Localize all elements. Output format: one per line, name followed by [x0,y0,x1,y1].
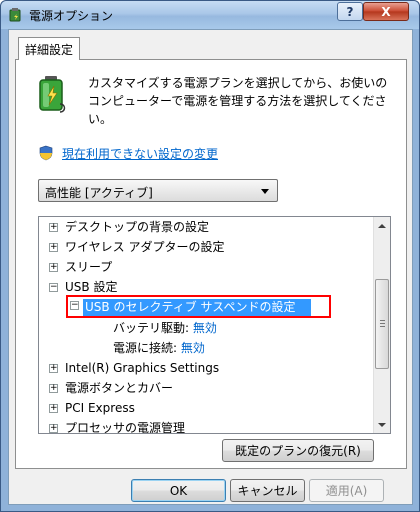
setting-value[interactable]: 無効 [181,341,205,355]
tree-item-plugged-in[interactable]: 電源に接続: 無効 [113,338,205,358]
tree-scrollbar[interactable] [373,217,390,433]
settings-tree[interactable]: + デスクトップの背景の設定 + ワイヤレス アダプターの設定 + スリープ −… [38,216,391,434]
battery-plug-icon [39,76,66,113]
chevron-down-icon [261,189,269,194]
setting-name: 電源に接続: [113,341,178,355]
collapse-icon[interactable]: − [70,301,79,310]
expand-icon[interactable]: + [49,364,58,373]
window-title: 電源オプション [29,9,114,23]
tree-item-label: プロセッサの電源管理 [65,421,186,434]
tree-item-label: 電源ボタンとカバー [65,381,174,395]
expand-icon[interactable]: + [49,263,58,272]
dialog-client-area: 詳細設定 カスタマイズする電源プランを選択してから、お使いのコンピューターで電源… [8,29,413,505]
expand-icon[interactable]: + [49,384,58,393]
restore-default-plan-button[interactable]: 既定のプランの復元(R) [222,439,374,462]
change-unavailable-settings-link[interactable]: 現在利用できない設定の変更 [62,145,218,162]
cancel-button[interactable]: キャンセル [230,479,305,502]
tree-item-label: Intel(R) Graphics Settings [65,361,220,375]
expand-icon[interactable]: + [49,243,58,252]
tree-item-label: デスクトップの背景の設定 [65,220,210,234]
grip-icon [380,320,385,327]
tree-item-label: ワイヤレス アダプターの設定 [65,240,225,254]
expand-icon[interactable]: + [49,424,58,433]
setting-value[interactable]: 無効 [193,321,217,335]
expand-icon[interactable]: + [49,223,58,232]
power-options-icon [9,8,21,22]
expand-icon[interactable]: + [49,404,58,413]
close-button[interactable]: X [363,2,409,21]
tree-item-label: USB 設定 [65,280,118,294]
arrow-down-icon [378,422,386,427]
scroll-down-button[interactable] [374,416,390,433]
help-button[interactable]: ? [337,2,363,21]
description-text: カスタマイズする電源プランを選択してから、お使いのコンピューターで電源を管理する… [88,76,388,126]
apply-button[interactable]: 適用(A) [309,479,384,502]
collapse-icon[interactable]: − [49,283,58,292]
tree-item-usb-selective-suspend[interactable]: − USB のセレクティブ サスペンドの設定 [66,295,331,318]
tree-item-label: PCI Express [65,401,135,415]
advanced-settings-panel: カスタマイズする電源プランを選択してから、お使いのコンピューターで電源を管理する… [15,59,407,469]
tab-advanced-settings[interactable]: 詳細設定 [18,37,80,60]
setting-name: バッテリ駆動: [113,321,190,335]
tree-item-label: スリープ [65,260,113,274]
title-bar[interactable]: 電源オプション ? X [1,1,419,29]
ok-button[interactable]: OK [131,479,226,502]
tree-item-on-battery[interactable]: バッテリ駆動: 無効 [113,318,217,338]
tree-item-label: USB のセレクティブ サスペンドの設定 [83,299,311,316]
power-options-window: 電源オプション ? X 詳細設定 カスタマイズする電源プランを選択してから、お使… [0,0,420,512]
arrow-up-icon [378,223,386,228]
scroll-thumb[interactable] [375,279,389,369]
uac-shield-icon [39,145,53,161]
scroll-up-button[interactable] [374,217,390,234]
selected-plan: 高性能 [アクティブ] [45,186,153,200]
power-plan-select[interactable]: 高性能 [アクティブ] [38,179,278,202]
